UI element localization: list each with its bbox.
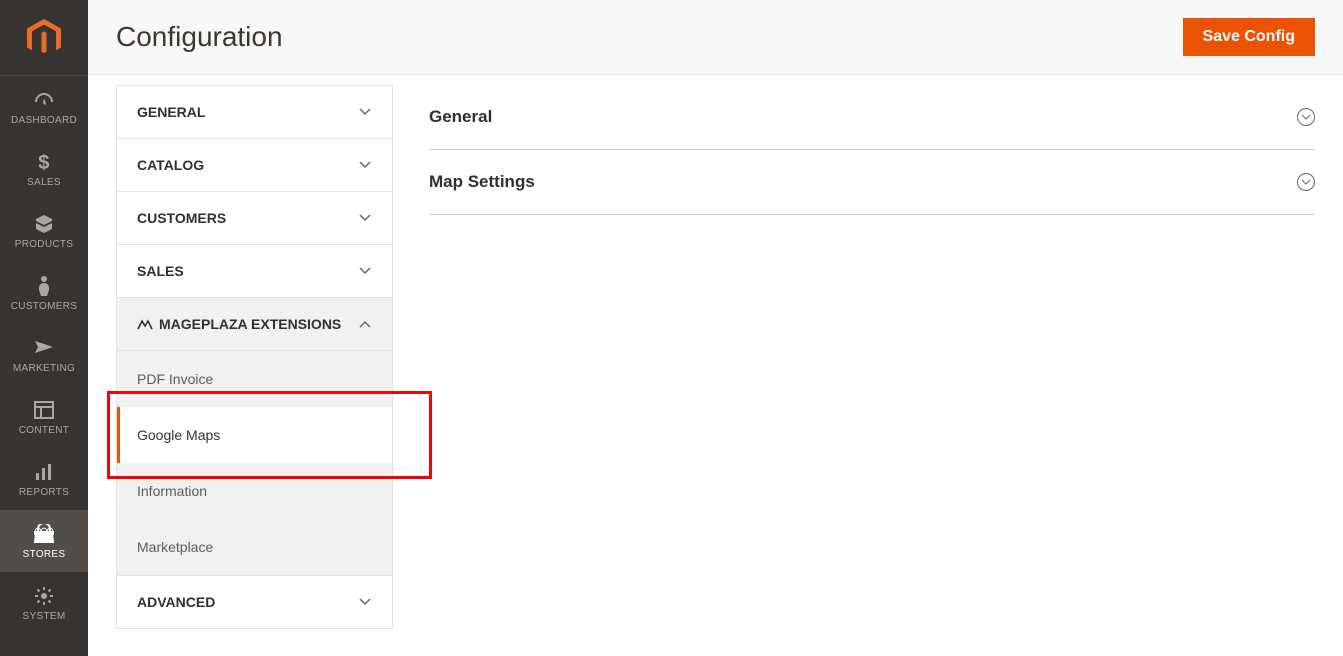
nav-item-stores[interactable]: STORES xyxy=(0,510,88,572)
panel-general[interactable]: General xyxy=(429,85,1315,150)
sales-icon: $ xyxy=(37,151,51,173)
config-tab-label: CUSTOMERS xyxy=(137,210,226,226)
magento-logo[interactable] xyxy=(0,0,88,76)
chevron-down-icon xyxy=(358,595,372,609)
nav-item-label: DASHBOARD xyxy=(11,115,77,126)
config-tab-customers[interactable]: CUSTOMERS xyxy=(117,192,392,245)
config-tab-mageplaza-extensions[interactable]: MAGEPLAZA EXTENSIONS xyxy=(117,298,392,351)
nav-item-products[interactable]: PRODUCTS xyxy=(0,200,88,262)
reports-icon xyxy=(34,461,54,483)
mageplaza-icon xyxy=(137,318,153,330)
products-icon xyxy=(34,213,54,235)
nav-item-content[interactable]: CONTENT xyxy=(0,386,88,448)
chevron-down-icon xyxy=(358,105,372,119)
nav-item-label: REPORTS xyxy=(19,487,69,498)
marketing-icon xyxy=(33,337,55,359)
config-tab-label: SALES xyxy=(137,263,184,279)
expand-circle-icon xyxy=(1297,173,1315,191)
nav-item-label: SYSTEM xyxy=(23,611,66,622)
dashboard-icon xyxy=(33,89,55,111)
config-tab-label: CATALOG xyxy=(137,157,204,173)
config-subitem-google-maps[interactable]: Google Maps xyxy=(117,407,392,463)
nav-item-label: STORES xyxy=(23,549,66,560)
nav-item-dashboard[interactable]: DASHBOARD xyxy=(0,76,88,138)
config-tab-advanced[interactable]: ADVANCED xyxy=(117,576,392,629)
stores-icon xyxy=(33,523,55,545)
config-tab-label: MAGEPLAZA EXTENSIONS xyxy=(159,316,341,332)
nav-item-marketing[interactable]: MARKETING xyxy=(0,324,88,386)
chevron-down-icon xyxy=(358,211,372,225)
admin-sidebar: DASHBOARD $ SALES PRODUCTS CUSTOMERS MARKETIN… xyxy=(0,0,88,656)
nav-item-reports[interactable]: REPORTS xyxy=(0,448,88,510)
config-tab-sales[interactable]: SALES xyxy=(117,245,392,298)
config-panels: General Map Settings xyxy=(393,75,1343,629)
config-tab-label: ADVANCED xyxy=(137,594,215,610)
panel-title: General xyxy=(429,107,492,127)
content-icon xyxy=(34,399,54,421)
chevron-up-icon xyxy=(358,317,372,331)
magento-logo-icon xyxy=(27,19,61,57)
svg-text:$: $ xyxy=(38,152,49,172)
config-tab-catalog[interactable]: CATALOG xyxy=(117,139,392,192)
nav-item-label: MARKETING xyxy=(13,363,75,374)
config-subitem-information[interactable]: Information xyxy=(117,463,392,519)
nav-item-customers[interactable]: CUSTOMERS xyxy=(0,262,88,324)
nav-item-sales[interactable]: $ SALES xyxy=(0,138,88,200)
save-config-button[interactable]: Save Config xyxy=(1183,18,1315,56)
customers-icon xyxy=(37,275,51,297)
nav-item-label: CONTENT xyxy=(19,425,69,436)
config-subitem-pdf-invoice[interactable]: PDF Invoice xyxy=(117,351,392,407)
page-header: Configuration Save Config xyxy=(88,0,1343,75)
expand-circle-icon xyxy=(1297,108,1315,126)
panel-title: Map Settings xyxy=(429,172,535,192)
config-tabs-sidebar: GENERAL CATALOG CUSTOMERS SALES MAGEPLAZA EX… xyxy=(116,85,393,629)
config-tab-general[interactable]: GENERAL xyxy=(117,86,392,139)
chevron-down-icon xyxy=(358,264,372,278)
panel-map-settings[interactable]: Map Settings xyxy=(429,150,1315,215)
nav-item-system[interactable]: SYSTEM xyxy=(0,572,88,634)
nav-item-label: CUSTOMERS xyxy=(11,301,77,312)
page-title: Configuration xyxy=(116,21,283,53)
chevron-down-icon xyxy=(358,158,372,172)
config-tab-label: GENERAL xyxy=(137,104,205,120)
nav-item-label: PRODUCTS xyxy=(15,239,74,250)
system-icon xyxy=(34,585,54,607)
config-subitem-marketplace[interactable]: Marketplace xyxy=(117,519,392,575)
nav-item-label: SALES xyxy=(27,177,61,188)
